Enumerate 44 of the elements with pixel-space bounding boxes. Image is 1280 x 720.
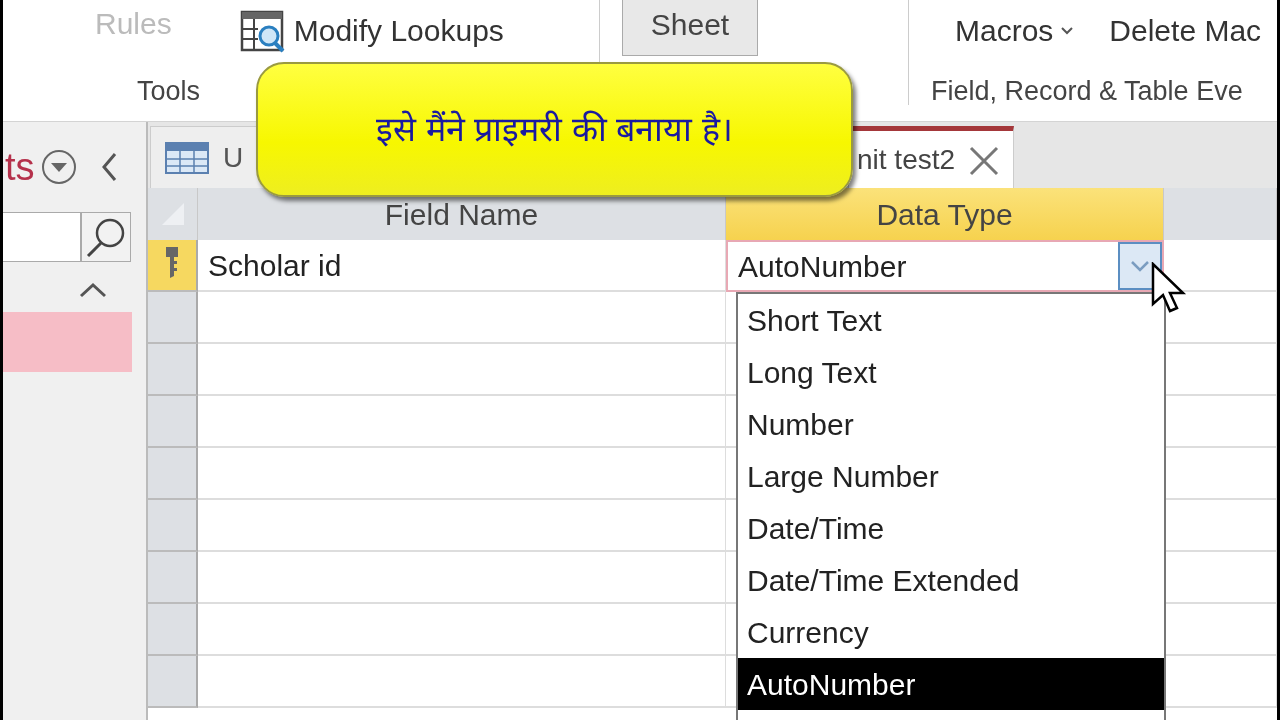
- property-sheet-button[interactable]: Sheet: [622, 0, 758, 56]
- row-selector[interactable]: [148, 344, 198, 396]
- document-tab[interactable]: nit test2: [848, 126, 1015, 188]
- ribbon-button[interactable]: Macros: [955, 8, 1074, 53]
- nav-item[interactable]: [3, 312, 132, 372]
- group-label: Tools: [137, 74, 202, 108]
- row-selector[interactable]: [148, 656, 198, 708]
- ribbon-button[interactable]: Modify Lookups: [239, 8, 504, 53]
- group-label: Field, Record & Table Eve: [931, 74, 1244, 108]
- pane-title: ts: [5, 144, 35, 190]
- key-icon: [165, 246, 179, 278]
- row-selector[interactable]: [148, 396, 198, 448]
- column-header[interactable]: Data Type: [726, 188, 1164, 240]
- dropdown-option[interactable]: Large Number: [738, 450, 1164, 502]
- dropdown-icon: [40, 149, 77, 185]
- callout-text: इसे मैंने प्राइमरी की बनाया है।: [376, 109, 733, 150]
- dropdown-option[interactable]: Number: [738, 398, 1164, 450]
- tab-label: U: [223, 140, 244, 175]
- row-selector[interactable]: [148, 292, 198, 344]
- close-icon: [969, 146, 1000, 177]
- tab-label: nit test2: [857, 142, 956, 177]
- search-field[interactable]: [3, 212, 81, 262]
- row-selector[interactable]: [148, 240, 198, 292]
- ribbon-button[interactable]: Delete Mac: [1109, 8, 1262, 53]
- row-selector[interactable]: [148, 448, 198, 500]
- dropdown-option[interactable]: AutoNumber: [738, 658, 1164, 710]
- caret-icon: [1061, 26, 1074, 35]
- dropdown-field[interactable]: AutoNumber: [726, 240, 1164, 292]
- dropdown-option[interactable]: Long Text: [738, 346, 1164, 398]
- row-selector[interactable]: [148, 552, 198, 604]
- table-icon: [165, 141, 209, 174]
- row-selector[interactable]: [148, 500, 198, 552]
- row-selector[interactable]: [148, 604, 198, 656]
- chevron-up-icon: [79, 282, 107, 298]
- search-icon: [85, 216, 127, 258]
- collapse-icon: [100, 152, 117, 182]
- dropdown-option[interactable]: Short Text: [738, 294, 1164, 346]
- chevron-down-icon: [1130, 260, 1150, 272]
- table-cell: Scholar id: [198, 240, 726, 292]
- table-search-icon: [239, 8, 286, 53]
- dropdown-option[interactable]: Date/Time: [738, 502, 1164, 554]
- dropdown-option[interactable]: Date/Time Extended: [738, 554, 1164, 606]
- dropdown-option[interactable]: Currency: [738, 606, 1164, 658]
- search-button[interactable]: [81, 212, 131, 262]
